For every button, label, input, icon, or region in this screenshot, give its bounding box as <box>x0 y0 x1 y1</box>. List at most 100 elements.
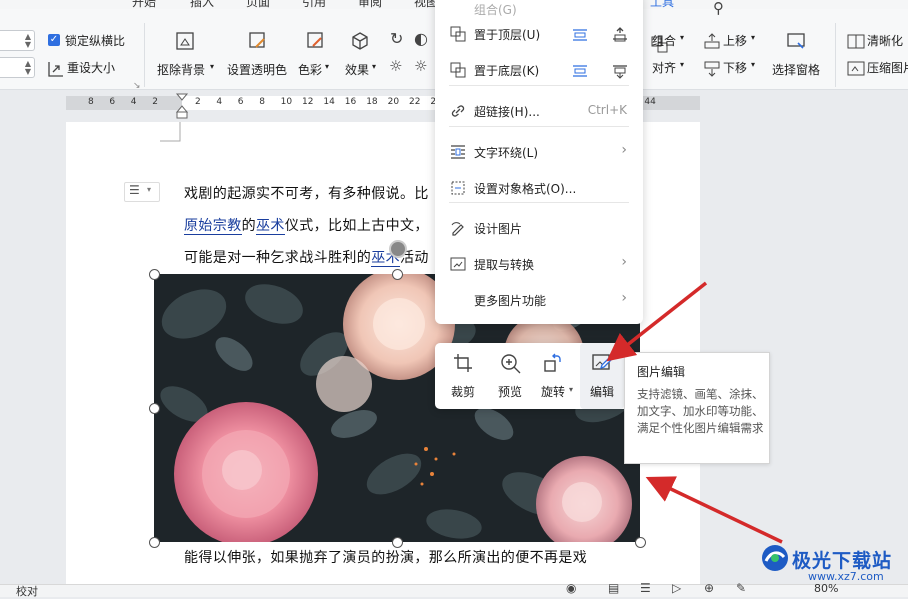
resize-handle-left[interactable] <box>149 403 160 414</box>
context-menu: 组合(G) 置于顶层(U) 置于底层(K) 超链接(H)... Ctrl+K 文… <box>435 0 643 324</box>
sharpen-button[interactable]: 清晰化 <box>867 32 903 49</box>
menu-item-extract-convert[interactable]: 提取与转换 › <box>435 247 643 281</box>
menu-item-label: 设置对象格式(O)... <box>474 182 577 196</box>
page-view-icon[interactable]: ▤ <box>608 581 619 595</box>
zoom-level[interactable]: 80% <box>814 582 838 595</box>
resize-handle-top[interactable] <box>392 269 403 280</box>
image-float-toolbar: 裁剪 预览 旋转 ▾ 编辑 <box>435 343 629 409</box>
menu-item-bring-to-front[interactable]: 置于顶层(U) <box>435 17 643 51</box>
selection-pane-button[interactable]: 选择窗格 <box>772 61 820 78</box>
watermark-url: www.xz7.com <box>808 570 884 583</box>
doc-text: 的 <box>241 218 257 234</box>
resize-handle-top-left[interactable] <box>149 269 160 280</box>
web-view-icon[interactable]: ⊕ <box>704 581 714 595</box>
pen-icon[interactable]: ✎ <box>736 581 746 595</box>
crop-label: 裁剪 <box>450 385 475 399</box>
chevron-down-icon: ▾ <box>372 62 377 71</box>
search-icon[interactable]: ⚲ <box>713 0 724 17</box>
outline-view-icon[interactable]: ☰ <box>640 581 651 595</box>
watermark-name: 极光下载站 <box>792 550 893 572</box>
menu-item-hyperlink[interactable]: 超链接(H)... Ctrl+K <box>435 94 643 128</box>
ruler-tick-label: 2 <box>152 97 158 107</box>
width-spinner[interactable]: ▲ ▼ <box>0 30 35 51</box>
rotate-button[interactable]: 旋转 ▾ <box>531 343 575 409</box>
menu-item-label: 提取与转换 <box>474 258 535 272</box>
hyperlink-icon <box>451 105 465 117</box>
brightness-icon[interactable]: ☼ <box>389 57 402 75</box>
align-layer-up-icon[interactable] <box>611 27 629 43</box>
tab-review[interactable]: 审阅 <box>358 0 382 9</box>
move-down-button[interactable]: 下移 <box>723 59 747 76</box>
resize-handle-bottom-right[interactable] <box>635 537 646 548</box>
transparent-color-icon <box>249 32 265 48</box>
menu-item-label: 置于顶层(U) <box>474 28 541 42</box>
menu-item-text-wrap[interactable]: 文字环绕(L) › <box>435 135 643 169</box>
align-bottom-icon[interactable] <box>571 63 589 79</box>
chevron-down-icon: ▾ <box>569 385 574 394</box>
status-bar: 校对 ◉ ▤ ☰ ▷ ⊕ ✎ 80% <box>0 581 908 599</box>
menu-item-design-image[interactable]: 设计图片 <box>435 211 643 245</box>
bring-to-front-icon <box>450 26 466 42</box>
brightness-down-icon[interactable]: ☼ <box>414 57 427 75</box>
eye-icon[interactable]: ◉ <box>566 581 576 595</box>
ruler-tick-label: 4 <box>216 97 223 107</box>
lock-ratio-checkbox[interactable]: ✓ <box>48 34 60 46</box>
tab-tools[interactable]: 工具 <box>650 0 674 9</box>
rotate-handle-icon[interactable] <box>389 240 407 258</box>
tooltip-body: 支持滤镜、画笔、涂抹、加文字、加水印等功能、满足个性化图片编辑需求 <box>637 387 764 435</box>
menu-item-format-object[interactable]: 设置对象格式(O)... <box>435 171 643 205</box>
text-wrap-icon <box>451 145 465 159</box>
image-edit-tooltip: 图片编辑 支持滤镜、画笔、涂抹、加文字、加水印等功能、满足个性化图片编辑需求 <box>624 352 770 464</box>
tab-home[interactable]: 开始 <box>132 0 156 9</box>
remove-background-button[interactable]: 抠除背景 <box>157 61 205 78</box>
rotate-icon[interactable]: ↻ <box>390 29 403 48</box>
doc-paragraph-line-4[interactable]: 能得以伸张，如果抛弃了演员的扮演，那么所演出的便不再是戏 <box>184 547 587 567</box>
compress-button[interactable]: 压缩图片 <box>867 59 908 76</box>
chevron-down-icon: ▾ <box>751 33 756 42</box>
menu-item-label: 更多图片功能 <box>474 294 547 308</box>
extract-icon <box>450 257 466 271</box>
paragraph-layout-button[interactable]: ☰ ▾ <box>124 182 160 202</box>
move-up-button[interactable]: 上移 <box>723 32 747 49</box>
chevron-right-icon: › <box>621 290 627 306</box>
paragraph-layout-icon: ☰ <box>129 183 140 197</box>
tab-references[interactable]: 引用 <box>302 0 326 9</box>
menu-item-send-to-back[interactable]: 置于底层(K) <box>435 53 643 87</box>
reset-size-button[interactable]: 重设大小 <box>67 59 115 76</box>
menu-item-label: 组合(G) <box>474 3 517 17</box>
contrast-icon[interactable]: ◐ <box>414 29 428 48</box>
edit-image-button[interactable]: 编辑 <box>580 343 624 409</box>
menu-item-more-image-features[interactable]: 更多图片功能 › <box>435 283 643 317</box>
color-button[interactable]: 色彩 <box>298 61 322 78</box>
align-top-icon[interactable] <box>571 27 589 43</box>
indent-marker-icon[interactable] <box>175 92 189 120</box>
align-layer-down-icon[interactable] <box>611 63 629 79</box>
preview-button[interactable]: 预览 <box>488 343 532 409</box>
chevron-down-icon: ▾ <box>147 185 152 194</box>
doc-text: 可能是对一种乞求战斗胜利的 <box>184 250 372 266</box>
selection-pane-icon <box>787 33 805 49</box>
resize-handle-bottom[interactable] <box>392 537 403 548</box>
play-icon[interactable]: ▷ <box>672 581 681 595</box>
link-witchcraft[interactable]: 巫术 <box>256 218 285 235</box>
tab-insert[interactable]: 插入 <box>190 0 214 9</box>
ruler-tick-label: 8 <box>88 97 94 107</box>
resize-handle-bottom-left[interactable] <box>149 537 160 548</box>
ruler-tick-label: 20 <box>387 97 400 107</box>
effects-button[interactable]: 效果 <box>345 61 369 78</box>
ruler-tick-label: 10 <box>280 97 293 107</box>
height-spinner[interactable]: ▲ ▼ <box>0 57 35 78</box>
crop-button[interactable]: 裁剪 <box>441 343 485 409</box>
align-button[interactable]: 对齐 <box>652 59 676 76</box>
transparent-color-button[interactable]: 设置透明色 <box>227 61 287 78</box>
tab-page[interactable]: 页面 <box>246 0 270 9</box>
group-button[interactable]: 组合 <box>652 32 676 49</box>
doc-paragraph-line-1[interactable]: 戏剧的起源实不可考，有多种假说。比 <box>184 183 429 203</box>
effects-icon <box>352 32 368 50</box>
link-primitive-religion[interactable]: 原始宗教 <box>184 218 242 235</box>
menu-divider <box>449 126 629 127</box>
proofread-status[interactable]: 校对 <box>16 583 38 599</box>
format-object-icon <box>451 181 465 195</box>
doc-paragraph-line-2[interactable]: 原始宗教的巫术仪式，比如上古中文， <box>184 215 429 235</box>
preview-label: 预览 <box>497 385 522 399</box>
